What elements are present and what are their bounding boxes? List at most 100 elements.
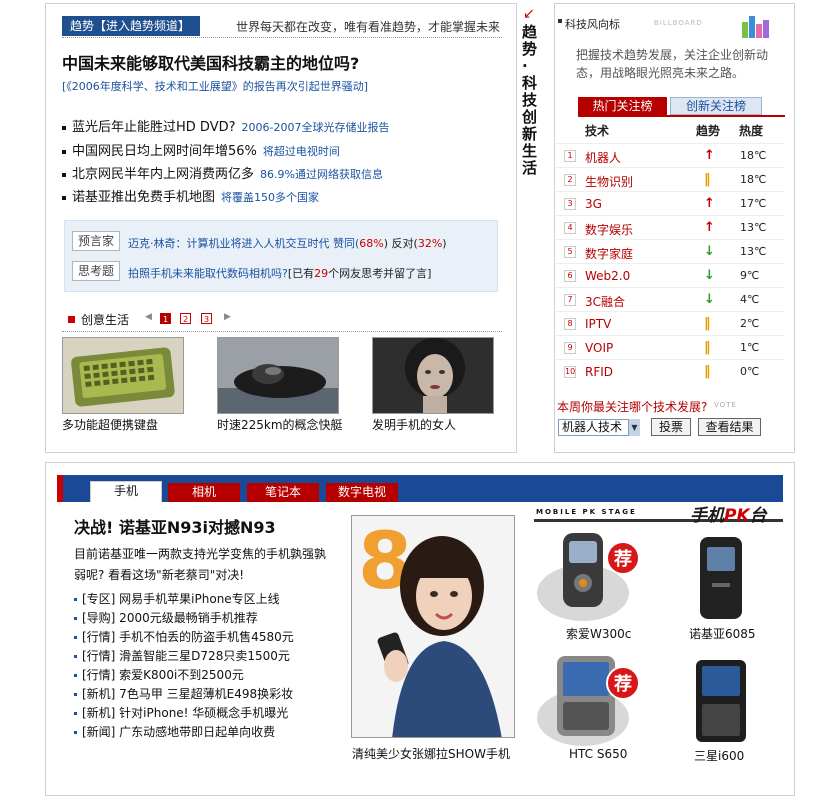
bullet-icon [62, 149, 66, 154]
bullet-icon [74, 674, 77, 677]
ranking-row[interactable]: 10 RFID ‖ 0℃ [556, 359, 784, 383]
bullet-icon [74, 655, 77, 658]
tech-name-link[interactable]: Web2.0 [585, 269, 630, 283]
thumbnail-caption[interactable]: 发明手机的女人 [372, 416, 456, 433]
rank-number: 7 [564, 294, 576, 306]
rank-number: 3 [564, 198, 576, 210]
tab-innovation-ranking[interactable]: 创新关注榜 [670, 97, 762, 115]
chevron-down-icon[interactable]: ▼ [628, 419, 640, 436]
trend-up-icon: ↑ [704, 196, 715, 211]
news-item[interactable]: 中国网民日均上网时间年增56% 将超过电视时间 [62, 140, 340, 159]
page-1-button[interactable]: 1 [160, 313, 171, 324]
list-item[interactable]: [行情] 索爱K800i不到2500元 [74, 666, 244, 683]
list-item[interactable]: [行情] 手机不怕丢的防盗手机售4580元 [74, 628, 294, 645]
rank-number: 6 [564, 270, 576, 282]
trend-flat-icon: ‖ [704, 316, 711, 331]
trend-down-icon: ↓ [704, 268, 715, 283]
speedboat-thumbnail[interactable] [217, 337, 339, 414]
feature-photo-caption[interactable]: 清纯美少女张娜拉SHOW手机 [352, 745, 510, 762]
inventor-thumbnail[interactable] [372, 337, 494, 414]
poll-box [64, 220, 498, 292]
view-results-button[interactable]: 查看结果 [698, 418, 761, 436]
list-item[interactable]: [行情] 滑盖智能三星D728只卖1500元 [74, 647, 290, 664]
trend-slogan: 世界每天都在改变，唯有看准趋势，才能掌握未来 [236, 20, 501, 34]
page-2-button[interactable]: 2 [180, 313, 191, 324]
tech-name-link[interactable]: 数字娱乐 [585, 221, 633, 238]
keyboard-thumbnail[interactable] [62, 337, 184, 414]
rank-number: 1 [564, 150, 576, 162]
feature-photo[interactable]: 8 [351, 515, 515, 738]
list-item[interactable]: [专区] 网易手机苹果iPhone专区上线 [74, 590, 280, 607]
ranking-row[interactable]: 1 机器人 ↑ 18℃ [556, 143, 784, 167]
thumbnail-caption[interactable]: 时速225km的概念快艇 [217, 416, 343, 433]
news-item[interactable]: 北京网民半年内上网消费两亿多 86.9%通过网络获取信息 [62, 163, 383, 182]
ranking-row[interactable]: 5 数字家庭 ↓ 13℃ [556, 239, 784, 263]
next-arrow-icon[interactable]: ▶ [224, 312, 231, 322]
ranking-row[interactable]: 6 Web2.0 ↓ 9℃ [556, 263, 784, 287]
bullet-icon [74, 731, 77, 734]
column-header-heat: 热度 [739, 124, 764, 138]
vote-tag: VOTE [714, 401, 737, 409]
trend-flat-icon: ‖ [704, 364, 711, 379]
ranking-row[interactable]: 7 3C融合 ↓ 4℃ [556, 287, 784, 311]
tech-name-link[interactable]: 生物识别 [585, 173, 633, 190]
bullet-icon [62, 125, 66, 130]
tab-hot-ranking[interactable]: 热门关注榜 [578, 97, 667, 115]
corner-arrow-icon: ↙ [523, 6, 535, 22]
tab-camera[interactable]: 相机 [168, 483, 240, 502]
ranking-row[interactable]: 2 生物识别 ‖ 18℃ [556, 167, 784, 191]
news-item[interactable]: 蓝光后年止能胜过HD DVD? 2006-2007全球光存储业报告 [62, 116, 389, 135]
tech-name-link[interactable]: 3G [585, 197, 602, 211]
tab-notebook[interactable]: 笔记本 [247, 483, 319, 502]
tech-name-link[interactable]: 机器人 [585, 149, 621, 166]
prediction-label: 预言家 [72, 231, 120, 251]
trend-channel-link[interactable]: 趋势【进入趋势频道】 [62, 16, 200, 36]
tech-name-link[interactable]: IPTV [585, 317, 611, 331]
trend-headline[interactable]: 中国未来能够取代美国科技霸主的地位吗? [62, 50, 359, 74]
ranking-row[interactable]: 8 IPTV ‖ 2℃ [556, 311, 784, 335]
rank-number: 8 [564, 318, 576, 330]
bullet-icon [62, 195, 66, 200]
thumbnail-caption[interactable]: 多功能超便携键盘 [62, 416, 158, 433]
tech-name-link[interactable]: 3C融合 [585, 293, 625, 310]
vote-question: 本周你最关注哪个技术发展? [557, 400, 708, 414]
bullet-icon [74, 636, 77, 639]
bullet-icon [74, 693, 77, 696]
billboard-tag: BILLBOARD [654, 19, 703, 27]
ranking-row[interactable]: 3 3G ↑ 17℃ [556, 191, 784, 215]
rank-number: 2 [564, 174, 576, 186]
phone-caption[interactable]: 诺基亚6085 [689, 625, 756, 642]
heat-value: 2℃ [740, 317, 760, 330]
trend-flat-icon: ‖ [704, 172, 711, 187]
page-3-button[interactable]: 3 [201, 313, 212, 324]
trend-subhead[interactable]: [《2006年度科学、技术和工业展望》的报告再次引起世界骚动] [62, 78, 368, 94]
phone-caption[interactable]: 三星i600 [694, 747, 744, 764]
list-item[interactable]: [新机] 7色马甲 三星超薄机E498换彩妆 [74, 685, 293, 702]
list-item[interactable]: [新机] 针对iPhone! 华硕概念手机曝光 [74, 704, 288, 721]
phone-caption[interactable]: HTC S650 [569, 747, 627, 761]
list-item[interactable]: [新闻] 广东动感地带即日起单向收费 [74, 723, 275, 740]
heat-value: 17℃ [740, 197, 767, 210]
bullet-icon [74, 617, 77, 620]
phone-caption[interactable]: 索爱W300c [566, 625, 631, 642]
heat-value: 9℃ [740, 269, 760, 282]
tab-digital-tv[interactable]: 数字电视 [326, 483, 398, 502]
mobile-headline[interactable]: 决战! 诺基亚N93i对撼N93 [74, 514, 276, 538]
trend-up-icon: ↑ [704, 220, 715, 235]
ranking-row[interactable]: 9 VOIP ‖ 1℃ [556, 335, 784, 359]
heat-value: 13℃ [740, 245, 767, 258]
prev-arrow-icon[interactable]: ◀ [145, 312, 152, 322]
tech-name-link[interactable]: RFID [585, 365, 613, 379]
rank-number: 5 [564, 246, 576, 258]
tech-name-link[interactable]: VOIP [585, 341, 613, 355]
prediction-text[interactable]: 迈克·林奇：计算机业将进入人机交互时代 赞同(68%) 反对(32%) [128, 235, 447, 251]
vote-button[interactable]: 投票 [651, 418, 691, 436]
tab-mobile[interactable]: 手机 [90, 481, 162, 502]
bullet-icon [74, 598, 77, 601]
tech-name-link[interactable]: 数字家庭 [585, 245, 633, 262]
think-text[interactable]: 拍照手机未来能取代数码相机吗?[已有29个网友思考并留了言] [128, 265, 431, 281]
ranking-row[interactable]: 4 数字娱乐 ↑ 13℃ [556, 215, 784, 239]
list-item[interactable]: [导购] 2000元级最畅销手机推荐 [74, 609, 258, 626]
rank-number: 4 [564, 222, 576, 234]
news-item[interactable]: 诺基亚推出免费手机地图 将覆盖150多个国家 [62, 186, 319, 205]
